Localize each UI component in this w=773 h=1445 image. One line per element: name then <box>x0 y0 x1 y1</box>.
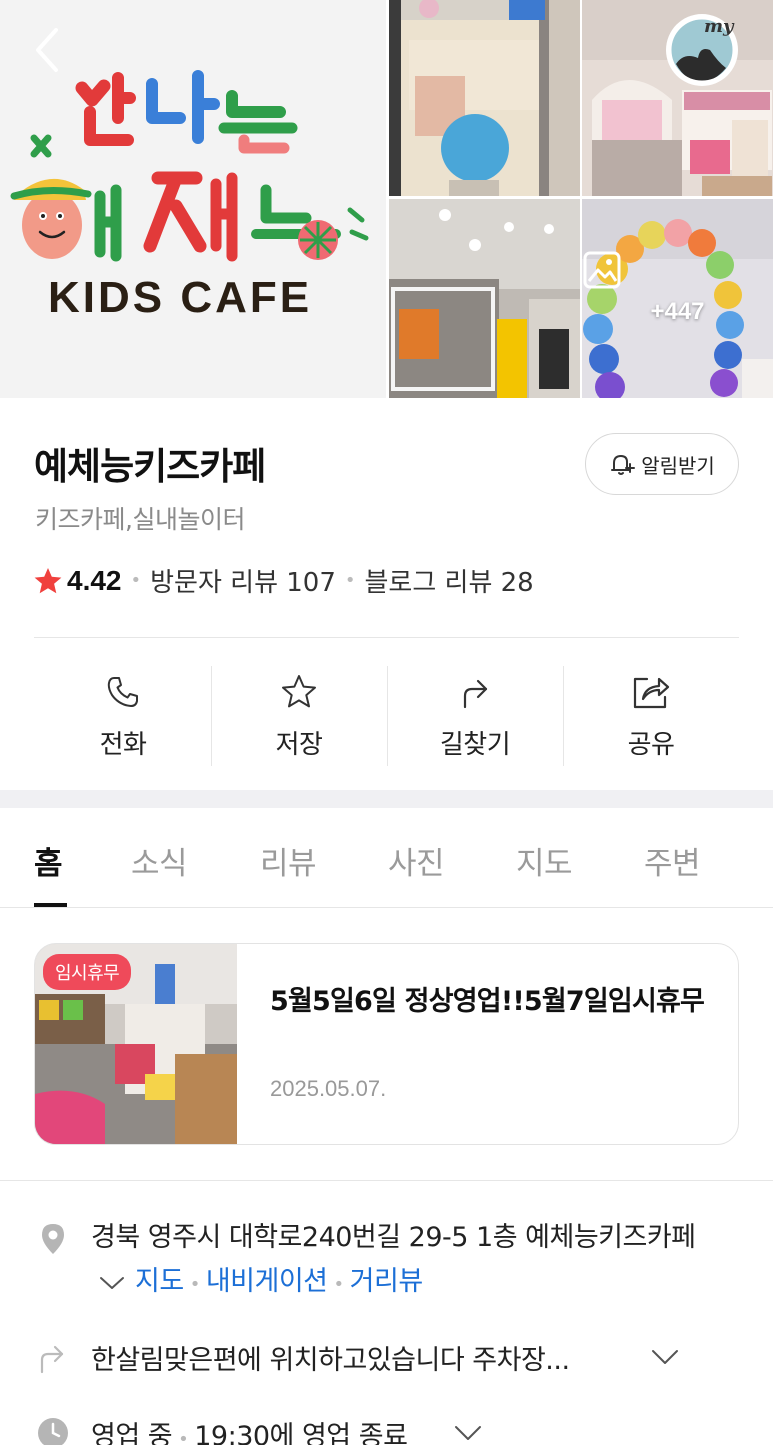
alarm-button[interactable]: 알림받기 <box>585 433 739 495</box>
bell-plus-icon <box>611 455 636 475</box>
open-status: 영업 중 <box>91 1421 173 1445</box>
my-label: my <box>704 16 735 37</box>
directions-icon <box>463 679 488 709</box>
news-card[interactable]: 임시휴무 5월5일6일 정상영업!!5월7일임시휴무 2025.05.07. <box>34 943 739 1145</box>
route-arrow-icon <box>40 1345 64 1374</box>
tab-photos[interactable]: 사진 <box>388 838 445 883</box>
more-photos-overlay[interactable]: +447 <box>582 250 773 326</box>
tab-bar: 홈 소식 리뷰 사진 지도 주변 <box>0 808 773 908</box>
map-link[interactable]: 지도 <box>135 1266 184 1297</box>
share-icon <box>633 677 670 709</box>
tab-map[interactable]: 지도 <box>516 838 573 883</box>
call-button[interactable]: 전화 <box>35 660 211 770</box>
more-photos-count: +447 <box>650 298 705 325</box>
chevron-left-icon <box>36 28 58 72</box>
place-category: 키즈카페,실내놀이터 <box>35 505 245 534</box>
gallery-photo[interactable] <box>389 199 580 398</box>
logo-text: KIDS CAFE <box>48 273 312 322</box>
star-rating-icon <box>34 567 62 593</box>
separator-dot: • <box>130 570 142 591</box>
streetview-link[interactable]: 거리뷰 <box>350 1266 424 1297</box>
back-button[interactable] <box>26 24 70 76</box>
business-hours-row[interactable]: 영업 중 • 19:30에 영업 종료 <box>91 1414 408 1445</box>
clock-icon <box>38 1418 68 1445</box>
separator-dot: • <box>333 1274 345 1295</box>
avatar: my <box>666 14 738 86</box>
directions-label: 길찾기 <box>439 730 511 760</box>
divider <box>0 1180 773 1181</box>
save-label: 저장 <box>275 730 323 760</box>
gallery-photo[interactable] <box>389 0 580 196</box>
call-label: 전화 <box>99 730 147 760</box>
divider <box>34 637 739 638</box>
star-icon <box>282 675 316 708</box>
location-pin-icon <box>42 1224 64 1254</box>
tab-home[interactable]: 홈 <box>34 838 63 883</box>
share-label: 공유 <box>627 730 675 760</box>
temporary-closure-badge: 임시휴무 <box>43 954 132 990</box>
tab-nearby[interactable]: 주변 <box>644 838 701 883</box>
news-date: 2025.05.07. <box>270 1076 387 1101</box>
directions-button[interactable]: 길찾기 <box>387 660 563 770</box>
separator-dot: • <box>189 1274 201 1295</box>
image-icon <box>583 251 621 289</box>
tab-active-indicator <box>34 903 67 907</box>
directions-text: 한살림맞은편에 위치하고있습니다 주차장... <box>91 1345 570 1376</box>
separator-dot: • <box>178 1429 189 1445</box>
visitor-reviews-link[interactable]: 방문자 리뷰 107 <box>150 562 336 599</box>
separator-dot: • <box>344 570 356 591</box>
address-text: 경북 영주시 대학로240번길 29-5 1층 예체능키즈카페 <box>91 1222 696 1253</box>
my-profile-button[interactable]: my <box>664 12 740 88</box>
place-name: 예체능키즈카페 <box>34 445 266 488</box>
news-thumbnail: 임시휴무 <box>35 944 237 1144</box>
action-bar: 전화 저장 길찾기 공유 <box>35 660 739 770</box>
save-button[interactable]: 저장 <box>211 660 387 770</box>
photo-gallery[interactable]: KIDS CAFE my +447 <box>0 0 773 398</box>
tab-reviews[interactable]: 리뷰 <box>260 838 317 883</box>
review-stats: 4.42 • 방문자 리뷰 107 • 블로그 리뷰 28 <box>33 562 534 599</box>
chevron-down-icon[interactable] <box>454 1424 482 1442</box>
phone-icon <box>107 677 138 707</box>
navigation-link[interactable]: 내비게이션 <box>206 1266 328 1297</box>
blog-reviews-link[interactable]: 블로그 리뷰 28 <box>365 562 534 599</box>
alarm-label: 알림받기 <box>641 453 715 478</box>
chevron-down-icon[interactable] <box>99 1275 125 1291</box>
chevron-down-icon[interactable] <box>651 1348 679 1366</box>
section-gap <box>0 790 773 808</box>
address-row: 경북 영주시 대학로240번길 29-5 1층 예체능키즈카페 지도 • 내비게이션… <box>91 1216 741 1307</box>
share-button[interactable]: 공유 <box>563 660 739 770</box>
rating-value: 4.42 <box>67 564 122 596</box>
news-title: 5월5일6일 정상영업!!5월7일임시휴무 <box>270 986 705 1017</box>
tab-news[interactable]: 소식 <box>131 838 188 883</box>
closing-time: 19:30에 영업 종료 <box>194 1421 408 1445</box>
